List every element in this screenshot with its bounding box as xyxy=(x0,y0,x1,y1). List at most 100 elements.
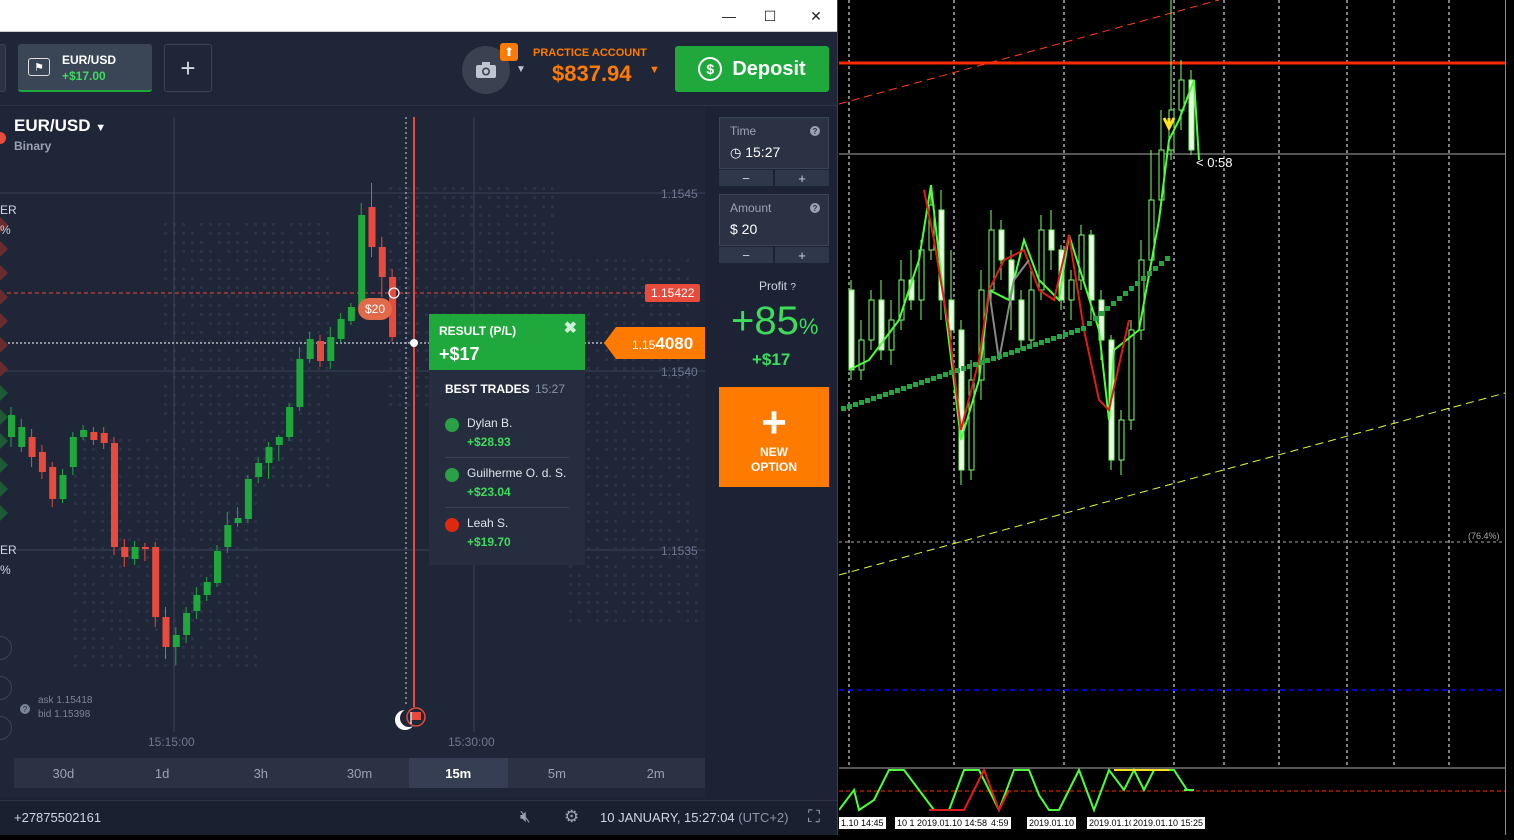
new-option-label-1: NEW xyxy=(760,445,788,459)
timeframe-2m[interactable]: 2m xyxy=(606,758,705,788)
map-dot xyxy=(398,241,401,244)
help-icon[interactable]: ? xyxy=(20,704,30,714)
map-dot xyxy=(479,268,482,271)
map-dot xyxy=(479,223,482,226)
map-dot xyxy=(299,412,302,415)
map-dot xyxy=(407,403,410,406)
map-dot xyxy=(290,304,293,307)
map-dot xyxy=(434,268,437,271)
time-plus-button[interactable]: + xyxy=(775,170,829,186)
maximize-button[interactable]: ☐ xyxy=(747,0,793,32)
map-dot xyxy=(146,610,149,613)
trend-dot xyxy=(859,400,864,405)
map-dot xyxy=(623,619,626,622)
mute-icon[interactable]: 🔇︎ xyxy=(520,807,531,827)
map-dot xyxy=(83,511,86,514)
map-dot xyxy=(281,259,284,262)
help-icon[interactable]: ? xyxy=(790,282,796,293)
timeframe-15m[interactable]: 15m xyxy=(408,758,508,788)
support-phone[interactable]: +27875502161 xyxy=(14,810,101,825)
side-label: ER xyxy=(0,203,17,217)
chart-asset-selector[interactable]: EUR/USD ▼ xyxy=(14,116,106,136)
map-dot xyxy=(191,655,194,658)
map-dot xyxy=(146,484,149,487)
map-dot xyxy=(272,430,275,433)
amount-value[interactable]: $ 20 xyxy=(730,221,757,237)
map-dot xyxy=(488,277,491,280)
map-dot xyxy=(254,385,257,388)
map-dot xyxy=(191,574,194,577)
map-dot xyxy=(245,430,248,433)
map-dot xyxy=(227,403,230,406)
map-dot xyxy=(227,502,230,505)
map-dot xyxy=(137,646,140,649)
minimize-button[interactable]: — xyxy=(706,0,752,32)
map-dot xyxy=(551,250,554,253)
balance-dropdown-icon[interactable]: ▼ xyxy=(649,64,660,76)
mt4-chart-window[interactable]: < 0:58 (76.4%) 1.10 14:45 10 1 2019.01.1… xyxy=(838,0,1514,835)
map-dot xyxy=(164,529,167,532)
map-dot xyxy=(587,565,590,568)
map-dot xyxy=(587,430,590,433)
map-dot xyxy=(101,655,104,658)
map-dot xyxy=(137,592,140,595)
trend-dot xyxy=(1069,330,1074,335)
bet-amount-marker[interactable]: $20 xyxy=(358,298,392,320)
timeframe-1d[interactable]: 1d xyxy=(113,758,212,788)
map-dot xyxy=(389,367,392,370)
map-dot xyxy=(317,457,320,460)
map-dot xyxy=(299,268,302,271)
timeframe-30m[interactable]: 30m xyxy=(310,758,409,788)
close-icon[interactable]: ✖ xyxy=(564,318,577,338)
map-dot xyxy=(524,304,527,307)
map-dot xyxy=(641,376,644,379)
map-dot xyxy=(686,619,689,622)
map-dot xyxy=(83,592,86,595)
amount-field[interactable]: Amount ? $ 20 xyxy=(719,194,829,246)
window-titlebar: — ☐ ✕ xyxy=(0,0,837,32)
map-dot xyxy=(650,520,653,523)
map-dot xyxy=(92,493,95,496)
map-dot xyxy=(236,529,239,532)
time-selector[interactable]: Time ? ◷ 15:27 xyxy=(719,117,829,169)
map-dot xyxy=(668,457,671,460)
channel-bottom xyxy=(838,392,1506,576)
map-dot xyxy=(110,583,113,586)
map-dot xyxy=(407,322,410,325)
account-balance[interactable]: $837.94 xyxy=(552,61,632,87)
gear-icon[interactable]: ⚙ xyxy=(564,807,579,827)
profit-percent-value: +85 xyxy=(731,299,799,343)
map-dot xyxy=(596,412,599,415)
map-dot xyxy=(209,628,212,631)
asset-tab-eurusd[interactable]: ⚑ EUR/USD +$17.00 xyxy=(18,44,152,92)
timeframe-3h[interactable]: 3h xyxy=(211,758,310,788)
timeframe-30d[interactable]: 30d xyxy=(14,758,113,788)
previous-tab[interactable] xyxy=(0,44,6,92)
map-dot xyxy=(632,556,635,559)
deposit-button[interactable]: $ Deposit xyxy=(675,46,829,92)
map-dot xyxy=(146,565,149,568)
map-dot xyxy=(677,601,680,604)
map-dot xyxy=(587,475,590,478)
chevron-down-icon[interactable]: ▼ xyxy=(516,64,526,75)
time-minus-button[interactable]: − xyxy=(719,170,773,186)
help-icon[interactable]: ? xyxy=(810,126,820,136)
timeframe-5m[interactable]: 5m xyxy=(508,758,607,788)
candle xyxy=(59,475,67,499)
map-dot xyxy=(434,295,437,298)
close-window-button[interactable]: ✕ xyxy=(793,0,837,32)
map-dot xyxy=(119,655,122,658)
map-dot xyxy=(227,412,230,415)
amount-plus-button[interactable]: + xyxy=(775,247,829,263)
help-icon[interactable]: ? xyxy=(810,203,820,213)
map-dot xyxy=(641,529,644,532)
map-dot xyxy=(596,556,599,559)
map-dot xyxy=(164,250,167,253)
amount-minus-button[interactable]: − xyxy=(719,247,773,263)
map-dot xyxy=(623,367,626,370)
fullscreen-icon[interactable]: ⛶ xyxy=(808,807,820,827)
map-dot xyxy=(515,250,518,253)
add-asset-button[interactable]: + xyxy=(164,44,212,92)
candle xyxy=(193,595,201,611)
new-option-button[interactable]: + NEW OPTION xyxy=(719,387,829,487)
